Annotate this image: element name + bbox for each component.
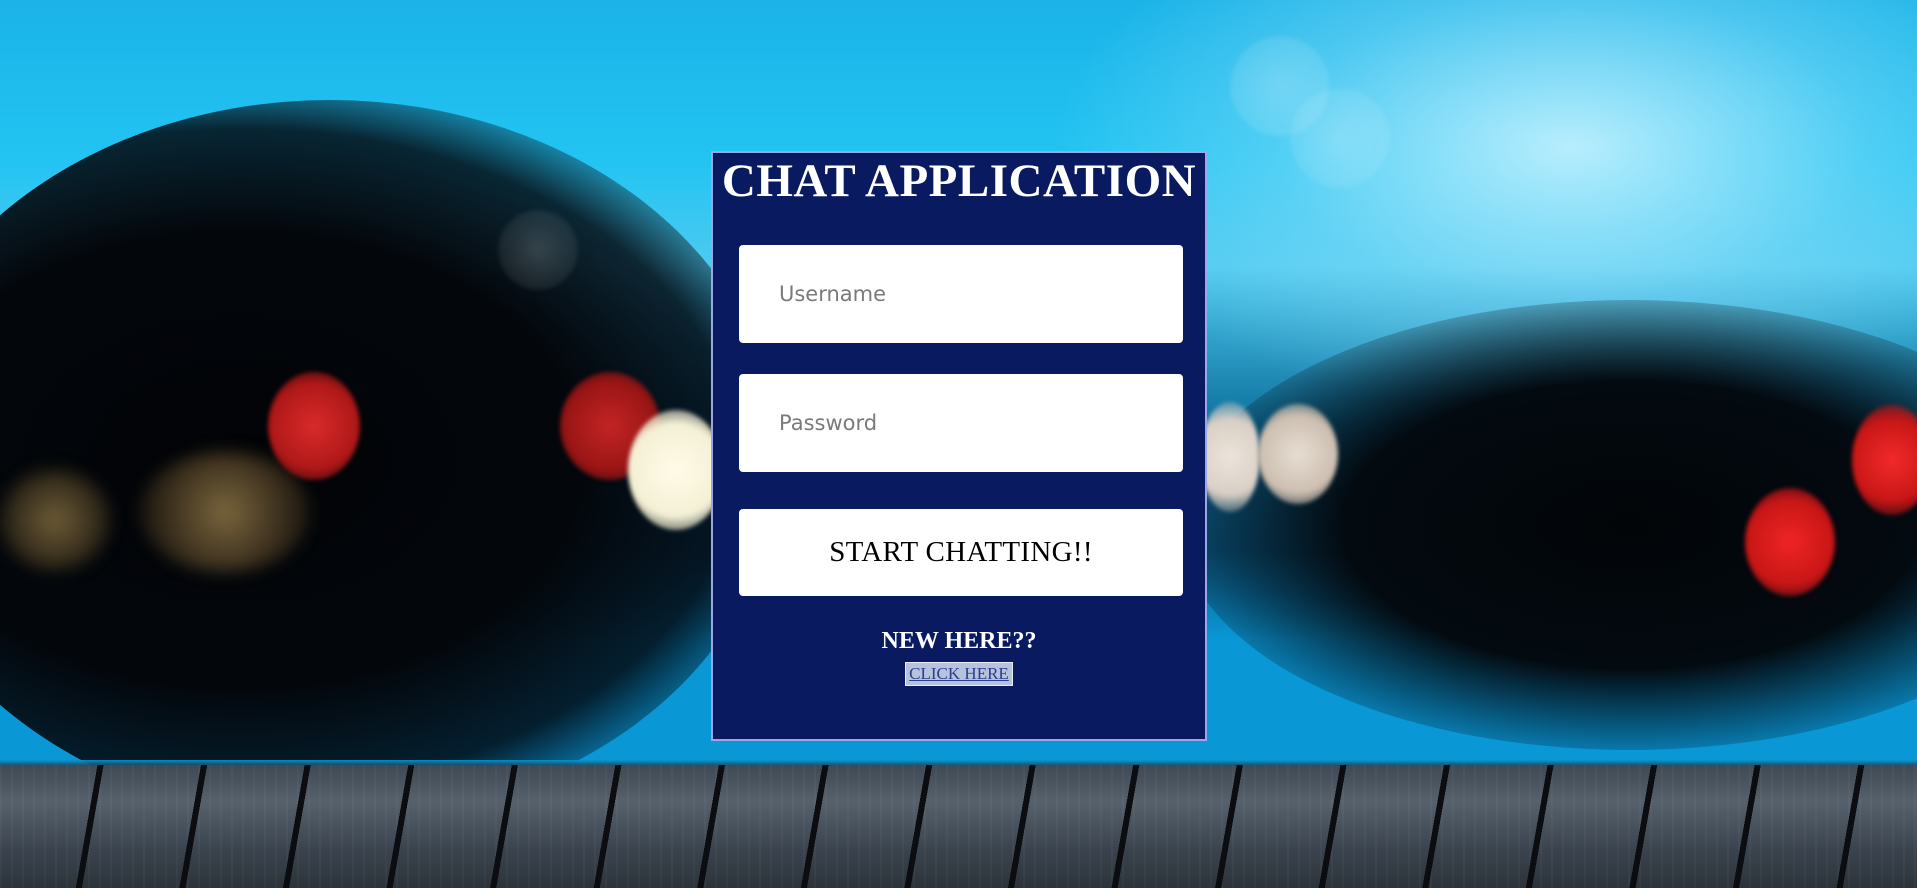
click-here-link[interactable]: CLICK HERE (905, 662, 1013, 686)
app-title: CHAT APPLICATION (721, 155, 1197, 207)
username-input[interactable] (739, 245, 1183, 343)
bokeh-light (1290, 88, 1390, 188)
wooden-deck (0, 765, 1917, 888)
password-input[interactable] (739, 374, 1183, 472)
bokeh-light (0, 470, 110, 570)
start-chatting-button[interactable]: START CHATTING!! (739, 509, 1183, 596)
bokeh-light (268, 372, 360, 480)
bokeh-light (1745, 488, 1835, 596)
bokeh-light (1200, 402, 1260, 512)
bokeh-light (1258, 404, 1338, 504)
login-panel: CHAT APPLICATION START CHATTING!! NEW HE… (711, 151, 1207, 741)
bokeh-light (140, 452, 310, 572)
signup-link-container: CLICK HERE (713, 662, 1205, 686)
new-here-prompt: NEW HERE?? (881, 628, 1037, 654)
bokeh-light (628, 410, 724, 530)
bokeh-light (498, 210, 578, 290)
